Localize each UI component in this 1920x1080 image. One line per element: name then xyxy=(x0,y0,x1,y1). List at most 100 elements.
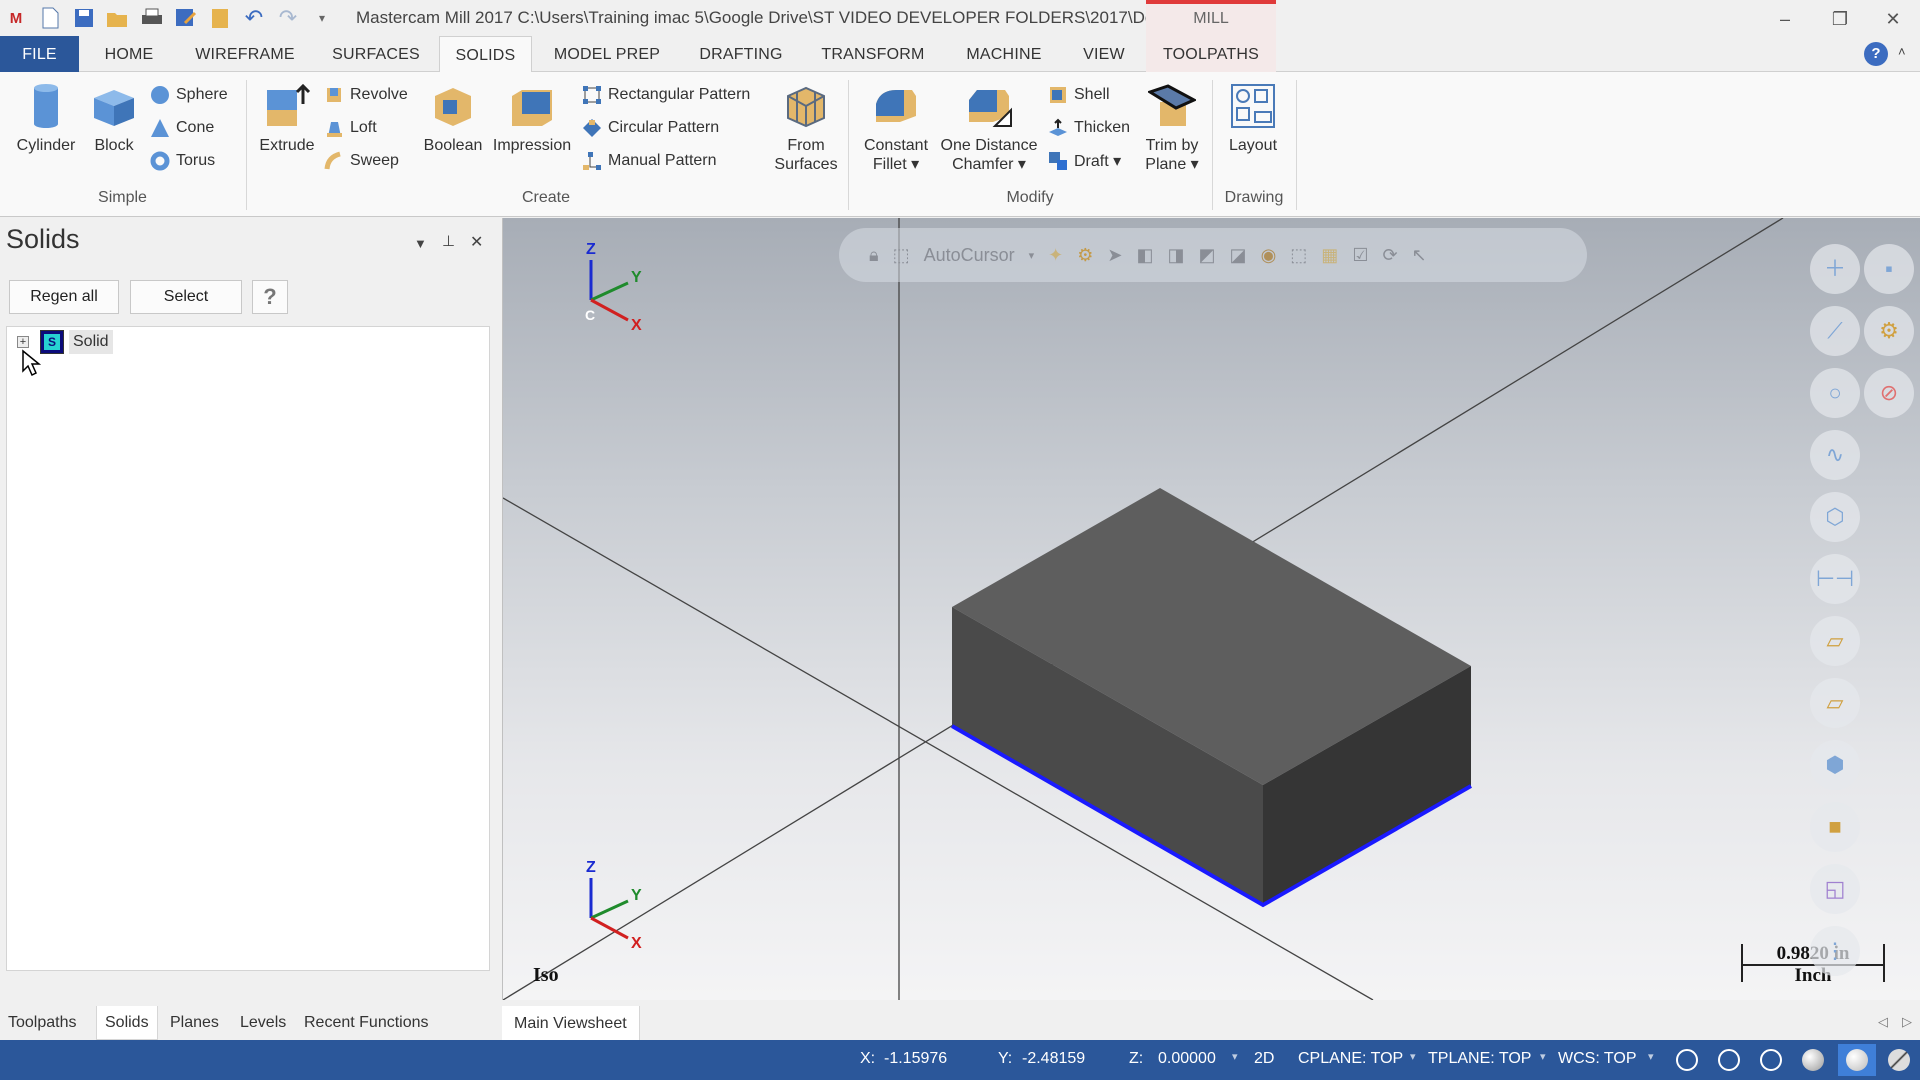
selection-mode-icon-4[interactable]: ◪ xyxy=(1230,245,1247,266)
solid-wire-filter-icon[interactable]: ⬢ xyxy=(1810,740,1860,790)
dimension-filter-icon[interactable]: ⊢⊣ xyxy=(1810,554,1860,604)
hidden-line-display-icon[interactable] xyxy=(1718,1049,1740,1071)
close-button[interactable]: ✕ xyxy=(1873,4,1913,34)
torus-button[interactable]: Torus xyxy=(150,148,215,174)
tab-model-prep[interactable]: MODEL PREP xyxy=(548,36,666,72)
help-question-icon[interactable]: ? xyxy=(252,280,288,314)
circular-pattern-button[interactable]: Circular Pattern xyxy=(582,115,719,141)
tab-view[interactable]: VIEW xyxy=(1073,36,1135,72)
undo-icon[interactable]: ↶ xyxy=(242,5,266,30)
2d-3d-toggle[interactable]: 2D xyxy=(1254,1050,1274,1068)
unselect-icon[interactable]: ↖ xyxy=(1412,245,1427,266)
tab-drafting[interactable]: DRAFTING xyxy=(692,36,790,72)
draft-button[interactable]: Draft ▾ xyxy=(1048,148,1121,174)
manual-pattern-button[interactable]: Manual Pattern xyxy=(582,148,717,174)
z-depth-input[interactable]: 0.00000 xyxy=(1158,1050,1216,1068)
selection-mode-icon-1[interactable]: ◧ xyxy=(1137,245,1154,266)
point-filter-icon[interactable]: ＋ xyxy=(1810,244,1860,294)
color-filter-icon[interactable]: ▪ xyxy=(1864,244,1914,294)
wireframe-display-icon[interactable] xyxy=(1676,1049,1698,1071)
settings-filter-icon[interactable]: ⚙ xyxy=(1864,306,1914,356)
extrude-button[interactable]: Extrude xyxy=(254,82,320,155)
customize-icon[interactable]: ▾ xyxy=(310,6,334,30)
tab-planes-manager[interactable]: Planes xyxy=(170,1006,219,1040)
one-distance-chamfer-button[interactable]: One Distance Chamfer ▾ xyxy=(936,82,1042,174)
tab-main-viewsheet[interactable]: Main Viewsheet xyxy=(502,1006,640,1040)
spline-filter-icon[interactable]: ∿ xyxy=(1810,430,1860,480)
solid-filter-icon[interactable]: ■ xyxy=(1810,802,1860,852)
translucency-icon[interactable] xyxy=(1888,1049,1910,1071)
tab-toolpaths[interactable]: TOOLPATHS xyxy=(1146,36,1276,72)
tab-home[interactable]: HOME xyxy=(91,36,167,72)
z-dropdown-icon[interactable]: ▾ xyxy=(1232,1050,1238,1063)
save-edit-icon[interactable] xyxy=(174,6,198,30)
help-icon[interactable]: ? xyxy=(1864,42,1888,66)
hidden-edge-display-icon[interactable] xyxy=(1760,1049,1782,1071)
tree-item-solid[interactable]: Solid xyxy=(69,330,113,354)
area-select-icon[interactable]: ▦ xyxy=(1321,245,1338,266)
open-icon[interactable] xyxy=(106,6,130,30)
surface-filter-icon[interactable]: ▱ xyxy=(1810,616,1860,666)
constant-fillet-button[interactable]: Constant Fillet ▾ xyxy=(858,82,934,174)
wcs-selector[interactable]: WCS: TOP xyxy=(1558,1050,1637,1068)
selection-mode-icon-3[interactable]: ◩ xyxy=(1199,245,1216,266)
block-button[interactable]: Block xyxy=(86,82,142,155)
boolean-button[interactable]: Boolean xyxy=(418,82,488,155)
shaded-display-icon[interactable] xyxy=(1802,1049,1824,1071)
verify-selection-icon[interactable]: ☑ xyxy=(1352,245,1368,266)
tplane-dropdown-icon[interactable]: ▾ xyxy=(1540,1050,1546,1063)
redo-icon[interactable]: ↷ xyxy=(276,5,300,30)
save-icon[interactable] xyxy=(72,6,96,30)
cplane-selector[interactable]: CPLANE: TOP xyxy=(1298,1050,1403,1068)
shaded-with-edges-icon[interactable] xyxy=(1846,1049,1868,1071)
from-surfaces-button[interactable]: From Surfaces xyxy=(770,82,842,174)
gear-icon[interactable]: ⚙ xyxy=(1077,245,1093,266)
clear-selection-icon[interactable]: ⟳ xyxy=(1382,245,1397,266)
cone-button[interactable]: Cone xyxy=(150,115,214,141)
sweep-button[interactable]: Sweep xyxy=(324,148,399,174)
tab-file[interactable]: FILE xyxy=(0,36,79,72)
loft-button[interactable]: Loft xyxy=(324,115,377,141)
impression-button[interactable]: Impression xyxy=(490,82,574,155)
scroll-left-icon[interactable]: ◁ xyxy=(1878,1014,1888,1030)
tab-levels-manager[interactable]: Levels xyxy=(240,1006,286,1040)
tab-solids-manager[interactable]: Solids xyxy=(96,1006,158,1040)
tab-surfaces[interactable]: SURFACES xyxy=(325,36,427,72)
autocursor-icon[interactable]: ⬚ xyxy=(893,245,910,266)
tplane-selector[interactable]: TPLANE: TOP xyxy=(1428,1050,1531,1068)
pin-icon[interactable]: ⊥ xyxy=(442,232,455,250)
shell-button[interactable]: Shell xyxy=(1048,82,1110,108)
surface-filter-icon-2[interactable]: ▱ xyxy=(1810,678,1860,728)
layout-button[interactable]: Layout xyxy=(1220,82,1286,155)
regen-all-button[interactable]: Regen all xyxy=(9,280,119,314)
collapse-ribbon-icon[interactable]: ˄ xyxy=(1898,44,1906,59)
cplane-dropdown-icon[interactable]: ▾ xyxy=(1410,1050,1416,1063)
autocursor-label[interactable]: AutoCursor xyxy=(924,245,1015,266)
select-button[interactable]: Select xyxy=(130,280,242,314)
no-filter-icon[interactable]: ⊘ xyxy=(1864,368,1914,418)
solid-selection-icon[interactable]: ◉ xyxy=(1261,245,1277,266)
new-file-icon[interactable] xyxy=(38,6,62,30)
scroll-right-icon[interactable]: ▷ xyxy=(1902,1014,1912,1030)
tab-transform[interactable]: TRANSFORM xyxy=(816,36,930,72)
arc-filter-icon[interactable]: ○ xyxy=(1810,368,1860,418)
panel-close-icon[interactable]: ✕ xyxy=(470,232,483,252)
window-select-icon[interactable]: ⬚ xyxy=(1290,245,1307,266)
tab-solids[interactable]: SOLIDS xyxy=(439,36,532,73)
rectangular-pattern-button[interactable]: Rectangular Pattern xyxy=(582,82,750,108)
restore-button[interactable]: ❐ xyxy=(1820,4,1860,34)
app-logo-icon[interactable]: M xyxy=(4,6,28,30)
misc-filter-icon[interactable]: ⋮ xyxy=(1810,926,1860,976)
tab-wireframe[interactable]: WIREFRAME xyxy=(186,36,304,72)
file-explorer-icon[interactable] xyxy=(208,6,232,30)
print-icon[interactable] xyxy=(140,6,164,30)
thicken-button[interactable]: Thicken xyxy=(1048,115,1130,141)
trim-by-plane-button[interactable]: Trim by Plane ▾ xyxy=(1140,82,1204,174)
selection-mode-icon-2[interactable]: ◨ xyxy=(1168,245,1185,266)
cylinder-button[interactable]: Cylinder xyxy=(12,82,80,155)
tab-machine[interactable]: MACHINE xyxy=(955,36,1053,72)
graphics-viewport[interactable]: 🔒︎ ⬚ AutoCursor ▾ ✦ ⚙ ➤ ◧ ◨ ◩ ◪ ◉ ⬚ ▦ ☑ … xyxy=(502,218,1920,1000)
dropdown-icon[interactable]: ▾ xyxy=(1029,249,1035,262)
panel-menu-chevron-icon[interactable]: ▼ xyxy=(414,236,427,251)
point-icon[interactable]: ✦ xyxy=(1048,245,1063,266)
